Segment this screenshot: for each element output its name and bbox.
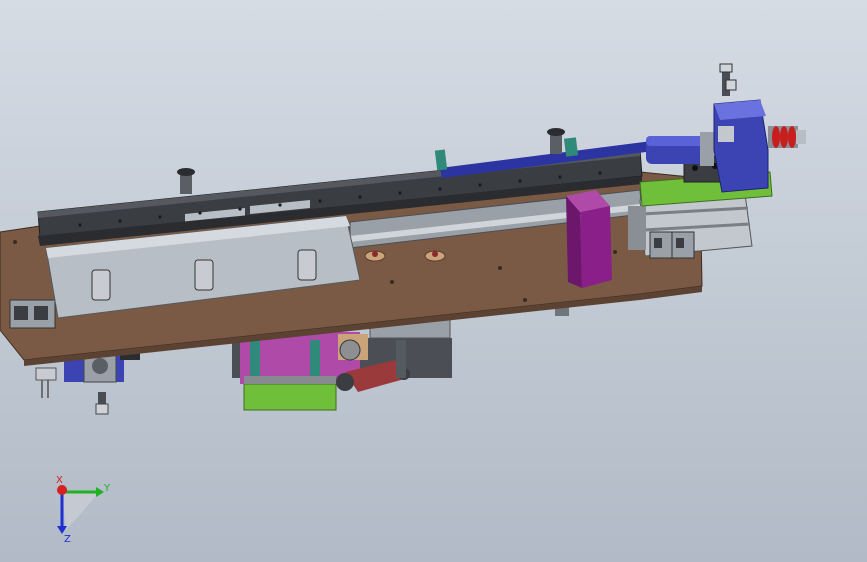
left-corner-bracket: [9, 299, 56, 329]
coordinate-triad: X Y Z: [56, 475, 111, 545]
red-spring: [768, 126, 806, 148]
servo-motor: [646, 132, 714, 166]
z-axis-label: Z: [64, 534, 71, 545]
top-knob-left: [177, 168, 195, 194]
top-knob-right: [547, 128, 565, 154]
green-plate: [243, 383, 337, 411]
purple-block: [566, 190, 612, 288]
x-axis-label: X: [56, 475, 63, 486]
cad-viewport[interactable]: X Y Z: [0, 0, 867, 562]
gearbox-block: [713, 99, 769, 193]
y-axis-label: Y: [103, 483, 111, 494]
x-axis-dot: [57, 485, 67, 495]
top-sensor: [719, 63, 737, 96]
cad-model-assembly[interactable]: [0, 63, 806, 415]
